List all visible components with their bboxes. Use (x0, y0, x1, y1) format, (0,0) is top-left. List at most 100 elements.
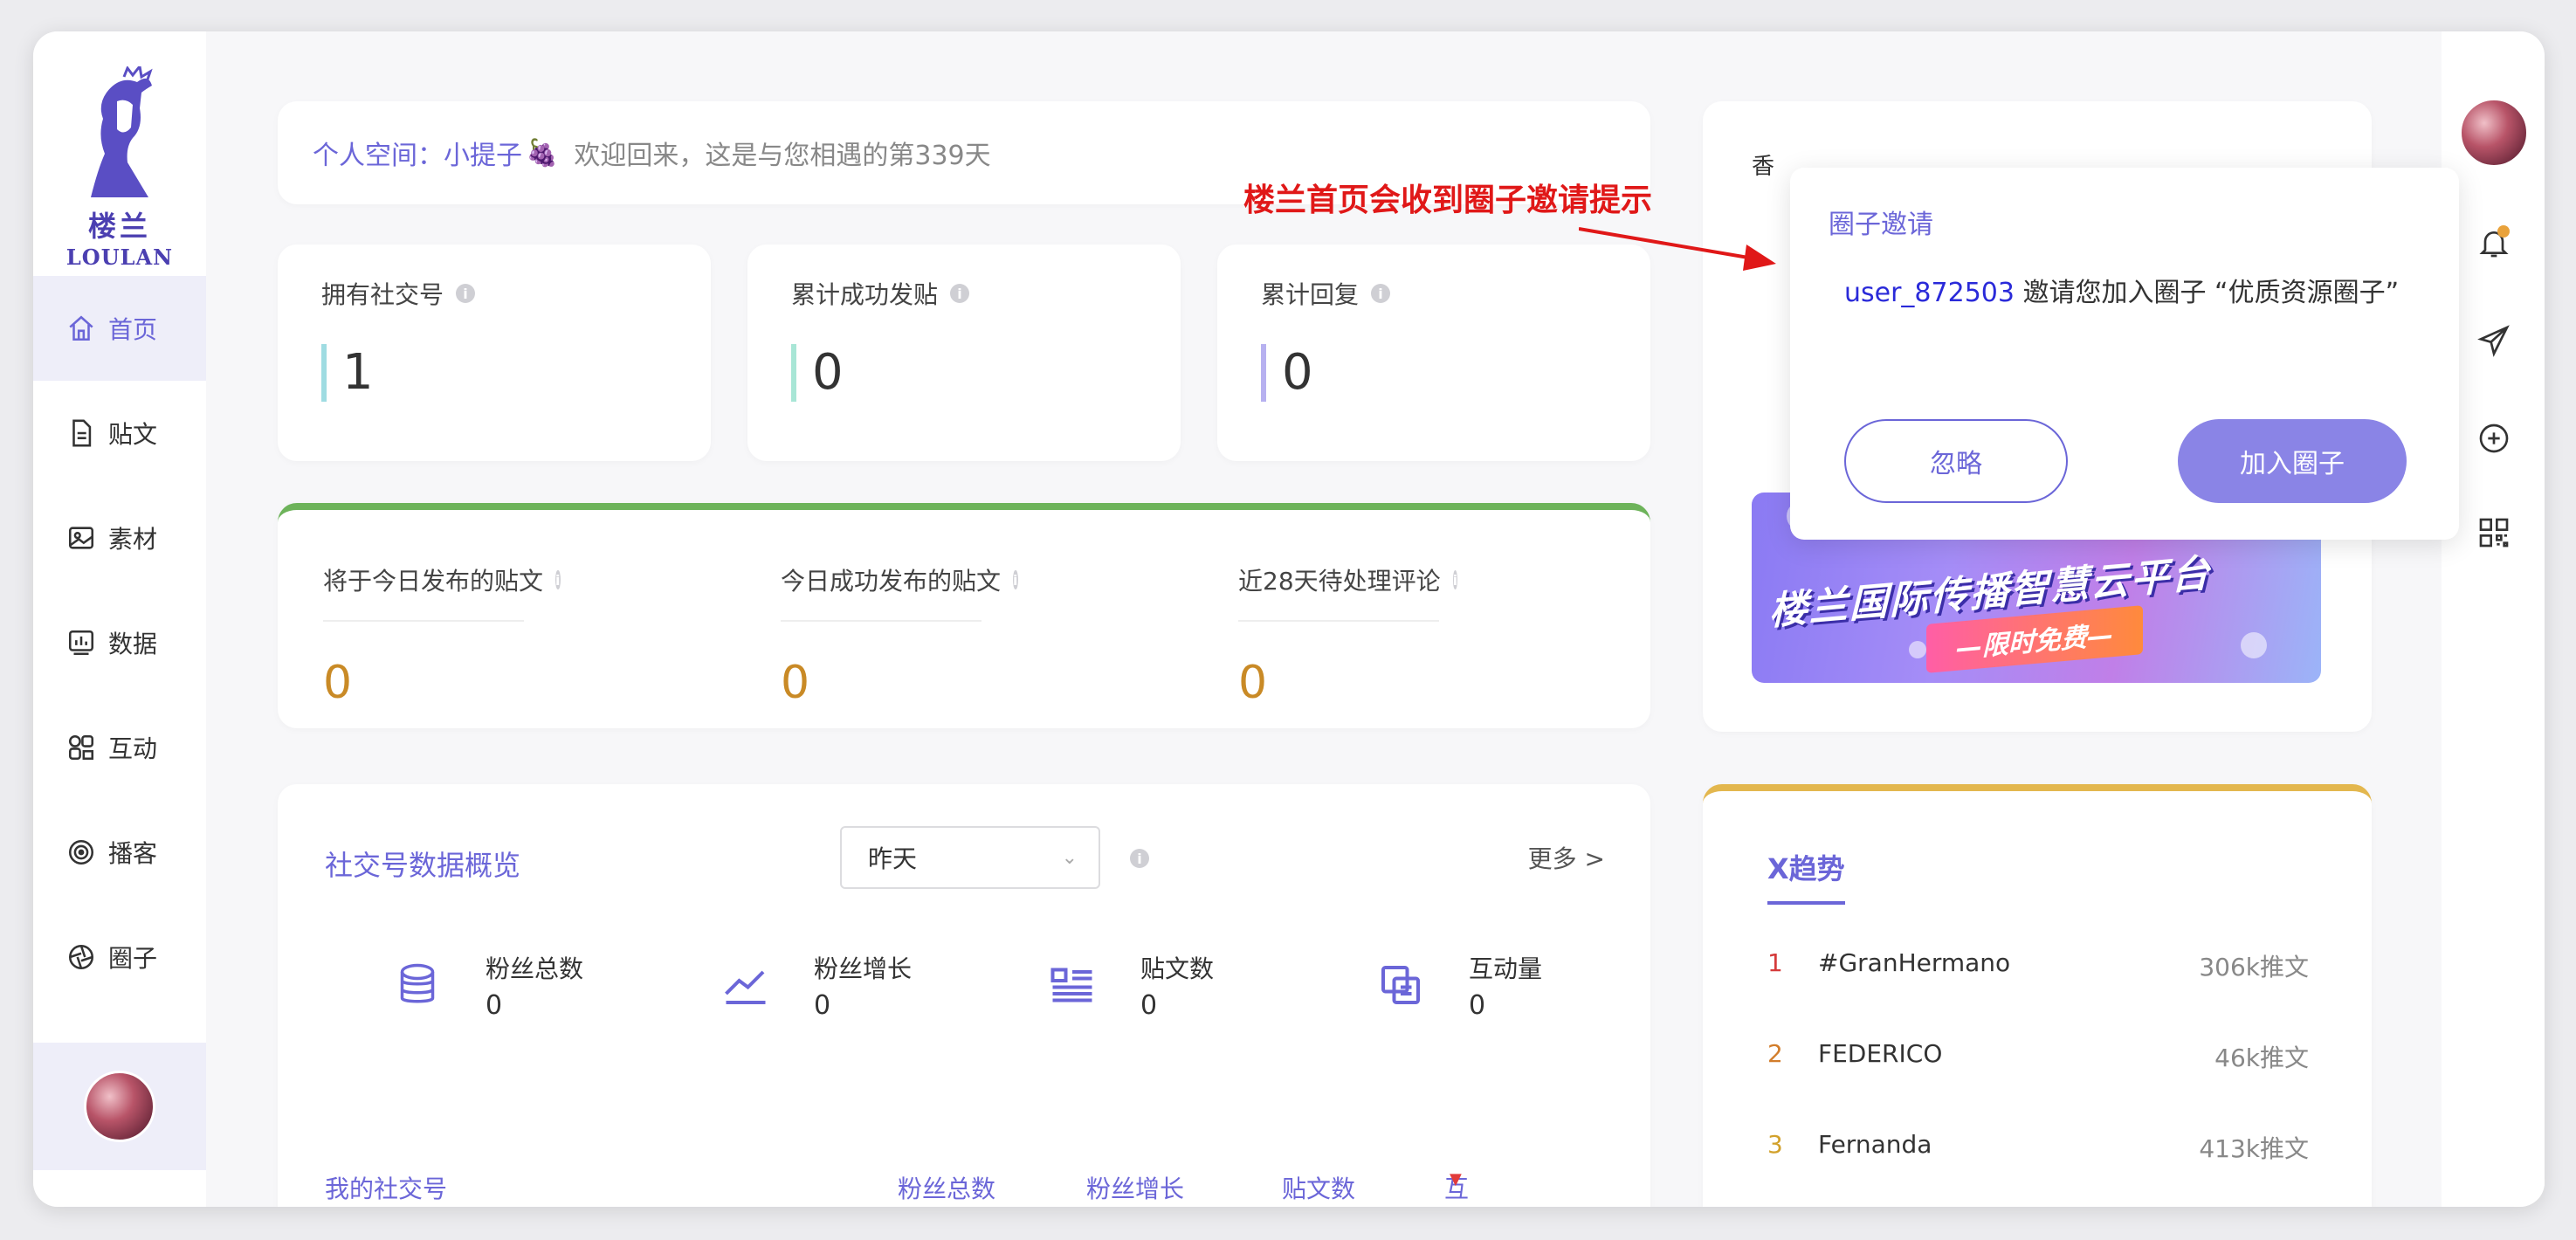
add-icon[interactable] (2475, 419, 2513, 458)
info-icon[interactable]: i (456, 284, 476, 303)
sidebar-item-interaction[interactable]: 互动 (33, 695, 206, 800)
loulan-logo-icon (91, 63, 153, 197)
interaction-count-icon (1374, 959, 1427, 1011)
metric-value: 0 (486, 990, 503, 1021)
date-range-value: 昨天 (868, 844, 918, 873)
info-icon[interactable]: i (555, 570, 561, 589)
trends-title[interactable]: X趋势 (1767, 847, 1845, 905)
user-avatar[interactable] (2459, 98, 2529, 168)
column-header-posts[interactable]: 贴文数 (1282, 1170, 1355, 1205)
logo-text-cn: 楼兰 (87, 210, 151, 243)
column-header-followers[interactable]: 粉丝总数 (898, 1170, 995, 1205)
trend-count: 306k推文 (2199, 953, 2309, 982)
column-header-account[interactable]: 我的社交号 (325, 1170, 447, 1205)
sidebar-nav: 首页 贴文 素材 数据 互动 播客 圈子 (33, 276, 206, 1009)
info-icon[interactable]: i (1452, 570, 1458, 589)
home-icon (66, 313, 96, 343)
overview-title: 社交号数据概览 (325, 849, 521, 882)
trend-tag: Fernanda (1818, 1130, 1932, 1159)
trend-tag: FEDERICO (1818, 1039, 1943, 1068)
trend-item[interactable]: 1 #GranHermano 306k推文 (1767, 948, 2309, 992)
sidebar-item-label: 贴文 (108, 420, 158, 449)
metric-posts: 贴文数 0 (1046, 950, 1343, 1037)
trend-line-icon (720, 959, 772, 1011)
notification-bell-icon[interactable] (2475, 224, 2513, 262)
column-header-growth[interactable]: 粉丝增长 (1086, 1170, 1184, 1205)
sidebar-item-label: 互动 (108, 734, 158, 763)
grape-emoji: 🍇 (526, 137, 559, 169)
metric-interactions: 互动量 0 (1374, 950, 1671, 1037)
qrcode-icon[interactable] (2475, 513, 2513, 552)
social-overview-card: 社交号数据概览 昨天 ⌄ i 更多 > 粉丝总数 0 粉丝增长 0 贴文数 0 (278, 784, 1650, 1207)
publish-summary-card: 将于今日发布的贴文 i 0 今日成功发布的贴文 i 0 近28天待处理评论 i … (278, 503, 1650, 728)
annotation-label: 楼兰首页会收到圈子邀请提示 (1243, 183, 1653, 218)
trend-rank: 3 (1767, 1130, 1783, 1159)
send-icon[interactable] (2475, 321, 2513, 360)
metric-followers-growth: 粉丝增长 0 (720, 950, 1016, 1037)
stat-label-row: 拥有社交号 i (321, 276, 667, 311)
stat-label-row: 累计回复 i (1261, 276, 1607, 311)
publish-today-scheduled: 将于今日发布的贴文 i 0 (323, 562, 716, 709)
publish-label: 今日成功发布的贴文 (781, 567, 1002, 596)
sidebar-item-label: 首页 (108, 315, 158, 344)
stat-value: 1 (321, 344, 667, 402)
sidebar-item-label: 播客 (108, 839, 158, 868)
popup-message: user_872503 邀请您加入圈子 “优质资源圈子” (1844, 272, 2412, 314)
stat-label-row: 累计成功发贴 i (791, 276, 1137, 311)
sidebar-item-label: 素材 (108, 525, 158, 554)
logo[interactable]: 楼兰 LOULAN (33, 63, 206, 276)
sidebar-item-podcast[interactable]: 播客 (33, 800, 206, 905)
sidebar-item-data[interactable]: 数据 (33, 590, 206, 695)
logo-text-en: LOULAN (65, 245, 174, 270)
trend-count: 46k推文 (2214, 1044, 2309, 1072)
stat-label: 累计成功发贴 (791, 280, 939, 309)
sort-desc-icon: ▼ (1450, 1170, 1462, 1188)
banner-bubble (2241, 632, 2267, 658)
publish-label-row: 今日成功发布的贴文 i (781, 562, 1018, 622)
invite-text: 邀请您加入圈子 “优质资源圈子” (2014, 278, 2400, 308)
metric-followers-total: 粉丝总数 0 (391, 950, 688, 1037)
personal-space-label[interactable]: 个人空间：小提子 (313, 134, 522, 172)
interaction-icon (66, 733, 96, 762)
publish-label-row: 将于今日发布的贴文 i (323, 562, 561, 622)
circle-invite-popup: 圈子邀请 user_872503 邀请您加入圈子 “优质资源圈子” 忽略 加入圈… (1790, 168, 2459, 540)
sidebar-item-label: 圈子 (108, 944, 158, 973)
inviter-username[interactable]: user_872503 (1844, 278, 2015, 308)
trend-item[interactable]: 3 Fernanda 413k推文 (1767, 1130, 2309, 1174)
date-range-select[interactable]: 昨天 ⌄ (840, 826, 1100, 889)
metric-label: 贴文数 (1140, 954, 1215, 983)
sidebar-item-materials[interactable]: 素材 (33, 486, 206, 590)
welcome-message: 欢迎回来，这是与您相遇的第339天 (574, 141, 991, 171)
document-icon (66, 418, 96, 448)
metric-label: 粉丝增长 (814, 954, 913, 983)
publish-label-row: 近28天待处理评论 i (1238, 562, 1458, 622)
image-icon (66, 523, 96, 553)
sidebar: 楼兰 LOULAN 首页 贴文 素材 数据 互动 播客 圈子 (33, 31, 206, 1207)
avatar[interactable] (84, 1071, 155, 1142)
stat-card-accounts: 拥有社交号 i 1 (278, 245, 711, 461)
banner-tab[interactable]: 香 (1752, 148, 1774, 180)
chart-icon (66, 628, 96, 658)
annotation-arrow-icon (1579, 227, 1776, 271)
stat-label: 累计回复 (1261, 280, 1360, 309)
metric-label: 粉丝总数 (486, 954, 584, 983)
metric-value: 0 (1469, 990, 1486, 1021)
notification-dot (2497, 225, 2510, 238)
ignore-button[interactable]: 忽略 (1844, 419, 2068, 503)
info-icon[interactable]: i (1013, 570, 1018, 589)
info-icon[interactable]: i (1371, 284, 1391, 303)
info-icon[interactable]: i (950, 284, 970, 303)
trend-item[interactable]: 2 FEDERICO 46k推文 (1767, 1039, 2309, 1083)
sidebar-item-posts[interactable]: 贴文 (33, 381, 206, 486)
trend-rank: 2 (1767, 1039, 1783, 1068)
sidebar-item-circles[interactable]: 圈子 (33, 905, 206, 1009)
join-circle-button[interactable]: 加入圈子 (2178, 419, 2407, 503)
post-list-icon (1046, 959, 1099, 1011)
trend-tag: #GranHermano (1818, 948, 2011, 977)
more-link[interactable]: 更多 > (1528, 840, 1605, 875)
app-window: 楼兰 LOULAN 首页 贴文 素材 数据 互动 播客 圈子 个人空间：小提子 … (33, 31, 2545, 1207)
info-icon[interactable]: i (1130, 849, 1149, 868)
trend-count: 413k推文 (2199, 1134, 2309, 1163)
sidebar-item-home[interactable]: 首页 (33, 276, 206, 381)
podcast-icon (66, 837, 96, 867)
